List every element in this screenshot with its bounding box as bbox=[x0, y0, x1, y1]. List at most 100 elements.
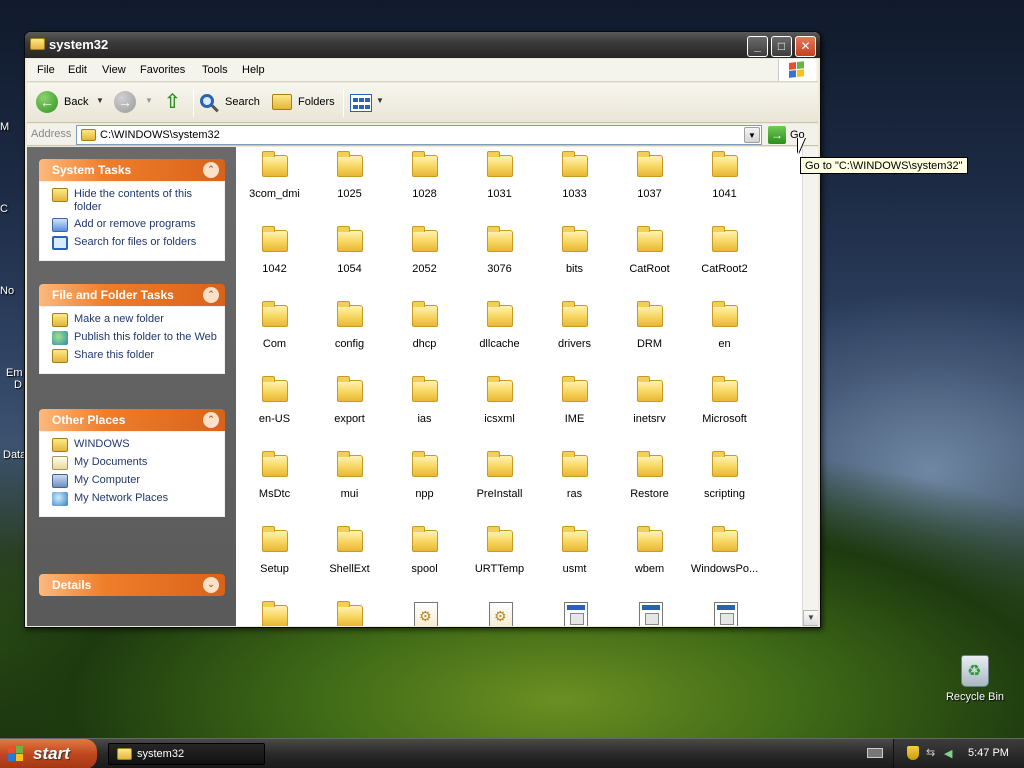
folder-item[interactable]: ShellExt bbox=[312, 522, 387, 584]
expand-icon[interactable]: ⌄ bbox=[203, 577, 219, 593]
folder-item[interactable]: npp bbox=[387, 447, 462, 509]
back-dropdown-icon[interactable]: ▼ bbox=[96, 96, 104, 105]
file-item[interactable] bbox=[462, 597, 537, 626]
place-link-windows[interactable]: WINDOWS bbox=[52, 438, 218, 452]
folder-item[interactable]: export bbox=[312, 372, 387, 434]
back-button[interactable]: Back bbox=[64, 96, 88, 108]
folder-item[interactable]: mui bbox=[312, 447, 387, 509]
go-button[interactable]: → Go bbox=[766, 125, 814, 145]
folder-item[interactable] bbox=[237, 597, 312, 626]
folder-item[interactable]: WindowsPo... bbox=[687, 522, 762, 584]
place-link-my-computer[interactable]: My Computer bbox=[52, 474, 218, 488]
folder-item[interactable]: spool bbox=[387, 522, 462, 584]
folder-item[interactable]: dllcache bbox=[462, 297, 537, 359]
desktop-icon-label[interactable]: Em bbox=[6, 367, 23, 379]
file-item[interactable] bbox=[387, 597, 462, 626]
menu-view[interactable]: View bbox=[102, 64, 126, 76]
folder-item[interactable]: drivers bbox=[537, 297, 612, 359]
folder-item[interactable]: en bbox=[687, 297, 762, 359]
folder-item[interactable]: 1028 bbox=[387, 147, 462, 209]
folder-item[interactable]: 1042 bbox=[237, 222, 312, 284]
place-link-network-places[interactable]: My Network Places bbox=[52, 492, 218, 506]
folder-item[interactable]: 1033 bbox=[537, 147, 612, 209]
folder-item[interactable]: 1041 bbox=[687, 147, 762, 209]
menu-edit[interactable]: Edit bbox=[68, 64, 87, 76]
chevron-down-icon[interactable]: ▼ bbox=[744, 127, 760, 143]
start-button[interactable]: start bbox=[0, 739, 97, 768]
task-link-new-folder[interactable]: Make a new folder bbox=[52, 313, 218, 327]
menu-tools[interactable]: Tools bbox=[202, 64, 228, 76]
vertical-scrollbar[interactable]: ▼ bbox=[802, 147, 818, 626]
security-shield-icon[interactable] bbox=[907, 746, 919, 760]
collapse-icon[interactable]: ⌃ bbox=[203, 287, 219, 303]
scroll-down-icon[interactable]: ▼ bbox=[803, 610, 818, 626]
folders-button[interactable]: Folders bbox=[298, 96, 335, 108]
collapse-icon[interactable]: ⌃ bbox=[203, 162, 219, 178]
folder-item[interactable]: en-US bbox=[237, 372, 312, 434]
folder-item[interactable]: bits bbox=[537, 222, 612, 284]
search-button[interactable]: Search bbox=[225, 96, 260, 108]
task-link-hide-contents[interactable]: Hide the contents of this folder bbox=[52, 188, 218, 214]
folder-item[interactable]: Setup bbox=[237, 522, 312, 584]
keyboard-icon[interactable] bbox=[867, 748, 883, 758]
taskbar-item-system32[interactable]: system32 bbox=[108, 743, 265, 765]
folder-item[interactable]: scripting bbox=[687, 447, 762, 509]
folder-item[interactable]: CatRoot bbox=[612, 222, 687, 284]
folder-item[interactable]: inetsrv bbox=[612, 372, 687, 434]
network-icon[interactable]: ⇆ bbox=[926, 746, 940, 759]
clock[interactable]: 5:47 PM bbox=[968, 747, 1009, 759]
folder-item[interactable]: 2052 bbox=[387, 222, 462, 284]
desktop-icon-label[interactable]: C bbox=[0, 203, 8, 215]
address-value[interactable]: C:\WINDOWS\system32 bbox=[100, 129, 220, 141]
folder-item[interactable]: Restore bbox=[612, 447, 687, 509]
folder-item[interactable]: Microsoft bbox=[687, 372, 762, 434]
file-folder-tasks-header[interactable]: File and Folder Tasks ⌃ bbox=[39, 284, 225, 306]
folder-item[interactable]: 3076 bbox=[462, 222, 537, 284]
folder-item[interactable]: CatRoot2 bbox=[687, 222, 762, 284]
desktop-icon-label[interactable]: M bbox=[0, 121, 9, 133]
folder-item[interactable]: 1025 bbox=[312, 147, 387, 209]
file-item[interactable] bbox=[687, 597, 762, 626]
recycle-bin[interactable]: Recycle Bin bbox=[940, 655, 1010, 703]
folder-item[interactable]: 3com_dmi bbox=[237, 147, 312, 209]
views-icon[interactable] bbox=[350, 94, 372, 112]
folder-item[interactable]: wbem bbox=[612, 522, 687, 584]
task-link-add-remove-programs[interactable]: Add or remove programs bbox=[52, 218, 218, 232]
address-field[interactable]: C:\WINDOWS\system32 ▼ bbox=[76, 125, 762, 145]
folder-item[interactable]: dhcp bbox=[387, 297, 462, 359]
file-item[interactable] bbox=[612, 597, 687, 626]
system-tasks-header[interactable]: System Tasks ⌃ bbox=[39, 159, 225, 181]
folder-item[interactable] bbox=[312, 597, 387, 626]
menu-file[interactable]: File bbox=[37, 64, 55, 76]
speaker-icon[interactable]: ◀ bbox=[944, 747, 956, 760]
forward-dropdown-icon[interactable]: ▼ bbox=[145, 96, 153, 105]
place-link-my-documents[interactable]: My Documents bbox=[52, 456, 218, 470]
desktop-icon-label[interactable]: Data bbox=[3, 449, 26, 461]
folder-item[interactable]: DRM bbox=[612, 297, 687, 359]
desktop-icon-label[interactable]: No bbox=[0, 285, 14, 297]
folder-item[interactable]: URTTemp bbox=[462, 522, 537, 584]
maximize-button[interactable]: □ bbox=[771, 36, 792, 57]
details-header[interactable]: Details ⌄ bbox=[39, 574, 225, 596]
task-link-search[interactable]: Search for files or folders bbox=[52, 236, 218, 250]
back-icon[interactable]: ← bbox=[36, 91, 58, 113]
task-link-share[interactable]: Share this folder bbox=[52, 349, 218, 363]
up-folder-icon[interactable]: ⇧ bbox=[164, 92, 184, 112]
menu-favorites[interactable]: Favorites bbox=[140, 64, 185, 76]
folder-item[interactable]: ias bbox=[387, 372, 462, 434]
collapse-icon[interactable]: ⌃ bbox=[203, 412, 219, 428]
folder-item[interactable]: config bbox=[312, 297, 387, 359]
folder-item[interactable]: Com bbox=[237, 297, 312, 359]
folder-item[interactable]: usmt bbox=[537, 522, 612, 584]
task-link-publish-web[interactable]: Publish this folder to the Web bbox=[52, 331, 218, 345]
search-icon[interactable] bbox=[200, 94, 214, 108]
desktop-icon-label[interactable]: D bbox=[14, 379, 22, 391]
minimize-button[interactable]: _ bbox=[747, 36, 768, 57]
folder-item[interactable]: ras bbox=[537, 447, 612, 509]
folders-icon[interactable] bbox=[272, 94, 292, 110]
folder-item[interactable]: 1031 bbox=[462, 147, 537, 209]
file-item[interactable] bbox=[537, 597, 612, 626]
folder-item[interactable]: 1054 bbox=[312, 222, 387, 284]
title-bar[interactable]: system32 _ □ ✕ bbox=[25, 32, 820, 58]
folder-item[interactable]: MsDtc bbox=[237, 447, 312, 509]
